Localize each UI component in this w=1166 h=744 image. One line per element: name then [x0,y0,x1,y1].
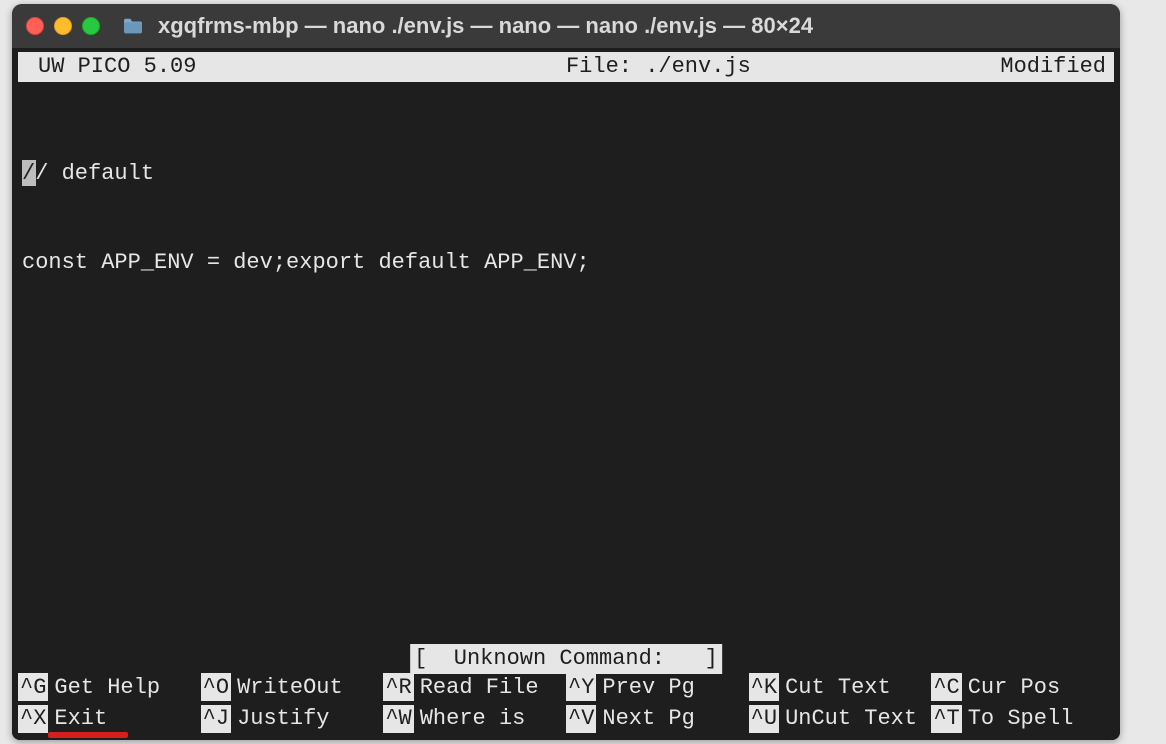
shortcut-label: UnCut Text [779,704,917,734]
page-background-stripe [1120,60,1166,740]
editor-line: // default [22,159,1110,189]
shortcut-label: Next Pg [596,704,694,734]
keycap: ^O [201,673,231,701]
shortcut-next-pg[interactable]: ^V Next Pg [566,704,749,734]
keycap: ^J [201,705,231,733]
minimize-icon[interactable] [54,17,72,35]
shortcut-label: Prev Pg [596,673,694,703]
keycap: ^T [931,705,961,733]
shortcut-prev-pg[interactable]: ^Y Prev Pg [566,673,749,703]
shortcut-where-is[interactable]: ^W Where is [383,704,566,734]
shortcut-uncut-text[interactable]: ^U UnCut Text [749,704,932,734]
keycap: ^R [383,673,413,701]
keycap: ^C [931,673,961,701]
maximize-icon[interactable] [82,17,100,35]
keycap: ^U [749,705,779,733]
shortcut-label: Justify [231,704,329,734]
shortcut-cur-pos[interactable]: ^C Cur Pos [931,673,1114,703]
shortcut-to-spell[interactable]: ^T To Spell [931,704,1114,734]
editor-status-bar: UW PICO 5.09 File: ./env.js Modified [18,52,1114,82]
editor-line-rest: / default [35,161,154,186]
shortcut-label: WriteOut [231,673,343,703]
keycap: ^K [749,673,779,701]
shortcut-label: Cut Text [779,673,891,703]
editor-file-label: File: ./env.js [196,52,1000,82]
annotation-underline [48,732,128,738]
keycap: ^W [383,705,413,733]
editor-modified-flag: Modified [1000,52,1106,82]
terminal-window: xgqfrms-mbp — nano ./env.js — nano — nan… [12,4,1120,740]
shortcut-writeout[interactable]: ^O WriteOut [201,673,384,703]
keycap: ^V [566,705,596,733]
editor-message: [ Unknown Command: ] [410,644,722,674]
window-controls [26,17,100,35]
shortcut-cut-text[interactable]: ^K Cut Text [749,673,932,703]
window-title: xgqfrms-mbp — nano ./env.js — nano — nan… [158,13,813,39]
shortcut-label: Where is [414,704,526,734]
terminal-body[interactable]: UW PICO 5.09 File: ./env.js Modified // … [12,48,1120,740]
shortcut-row: ^G Get Help ^O WriteOut ^R Read File ^Y … [18,673,1114,703]
editor-line: const APP_ENV = dev;export default APP_E… [22,248,1110,278]
shortcut-label: Read File [414,673,539,703]
shortcut-label: Cur Pos [962,673,1060,703]
keycap: ^X [18,705,48,733]
keycap: ^Y [566,673,596,701]
close-icon[interactable] [26,17,44,35]
shortcut-get-help[interactable]: ^G Get Help [18,673,201,703]
shortcut-row: ^X Exit ^J Justify ^W Where is ^V Next P… [18,704,1114,734]
folder-icon [122,17,144,35]
keycap: ^G [18,673,48,701]
editor-app-name: UW PICO 5.09 [38,52,196,82]
shortcut-label: To Spell [962,704,1074,734]
shortcut-justify[interactable]: ^J Justify [201,704,384,734]
shortcut-bar: ^G Get Help ^O WriteOut ^R Read File ^Y … [18,673,1114,734]
shortcut-read-file[interactable]: ^R Read File [383,673,566,703]
cursor-covered-char: / [22,161,35,186]
window-titlebar: xgqfrms-mbp — nano ./env.js — nano — nan… [12,4,1120,48]
shortcut-label: Get Help [48,673,160,703]
editor-content[interactable]: // default const APP_ENV = dev;export de… [16,82,1116,338]
shortcut-exit[interactable]: ^X Exit [18,704,201,734]
shortcut-label: Exit [48,704,107,734]
